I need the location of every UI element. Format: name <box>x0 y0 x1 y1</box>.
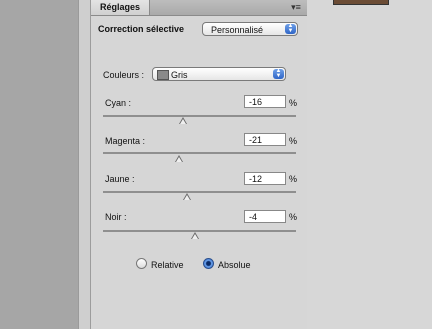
noir-slider-thumb[interactable] <box>191 232 199 239</box>
noir-input[interactable]: -4 <box>244 210 286 223</box>
preset-dropdown[interactable]: Personnalisé ▲ ▼ <box>202 22 298 36</box>
relative-radio[interactable] <box>136 258 147 269</box>
noir-slider-track[interactable] <box>103 230 296 232</box>
jaune-slider-track[interactable] <box>103 191 296 193</box>
jaune-label: Jaune : <box>105 174 135 184</box>
jaune-input[interactable]: -12 <box>244 172 286 185</box>
magenta-label: Magenta : <box>105 136 146 146</box>
cyan-input[interactable]: -16 <box>244 95 286 108</box>
tab-reglages[interactable]: Réglages <box>91 0 150 15</box>
panel-menu-icon[interactable]: ▾≡ <box>289 2 303 12</box>
magenta-unit: % <box>289 136 298 146</box>
dropdown-arrows-icon: ▲ ▼ <box>285 23 296 34</box>
cyan-label: Cyan : <box>105 98 132 108</box>
adjustments-panel: Réglages ▾≡ Correction sélective Personn… <box>90 0 308 329</box>
panel-tabbar: Réglages ▾≡ <box>91 0 307 16</box>
cyan-slider-thumb[interactable] <box>179 117 187 124</box>
colors-value: Gris <box>171 70 188 80</box>
magenta-slider-thumb[interactable] <box>175 155 183 162</box>
jaune-unit: % <box>289 174 298 184</box>
right-pane <box>307 0 432 329</box>
gray-swatch-icon <box>157 70 169 80</box>
colors-label: Couleurs : <box>103 70 145 80</box>
absolute-radio[interactable] <box>203 258 214 269</box>
magenta-slider-track[interactable] <box>103 152 296 154</box>
preset-value: Personnalisé <box>211 25 264 35</box>
noir-unit: % <box>289 212 298 222</box>
image-thumbnail[interactable] <box>333 0 389 5</box>
relative-label[interactable]: Relative <box>151 260 184 270</box>
jaune-slider-thumb[interactable] <box>183 193 191 200</box>
dropdown-arrows-icon: ▲ ▼ <box>273 68 284 79</box>
document-canvas <box>0 0 78 329</box>
absolute-label[interactable]: Absolue <box>218 260 251 270</box>
cyan-unit: % <box>289 98 298 108</box>
panel-title: Correction sélective <box>98 24 185 34</box>
cyan-slider-track[interactable] <box>103 115 296 117</box>
colors-dropdown[interactable]: Gris ▲ ▼ <box>152 67 286 81</box>
noir-label: Noir : <box>105 212 127 222</box>
magenta-input[interactable]: -21 <box>244 133 286 146</box>
